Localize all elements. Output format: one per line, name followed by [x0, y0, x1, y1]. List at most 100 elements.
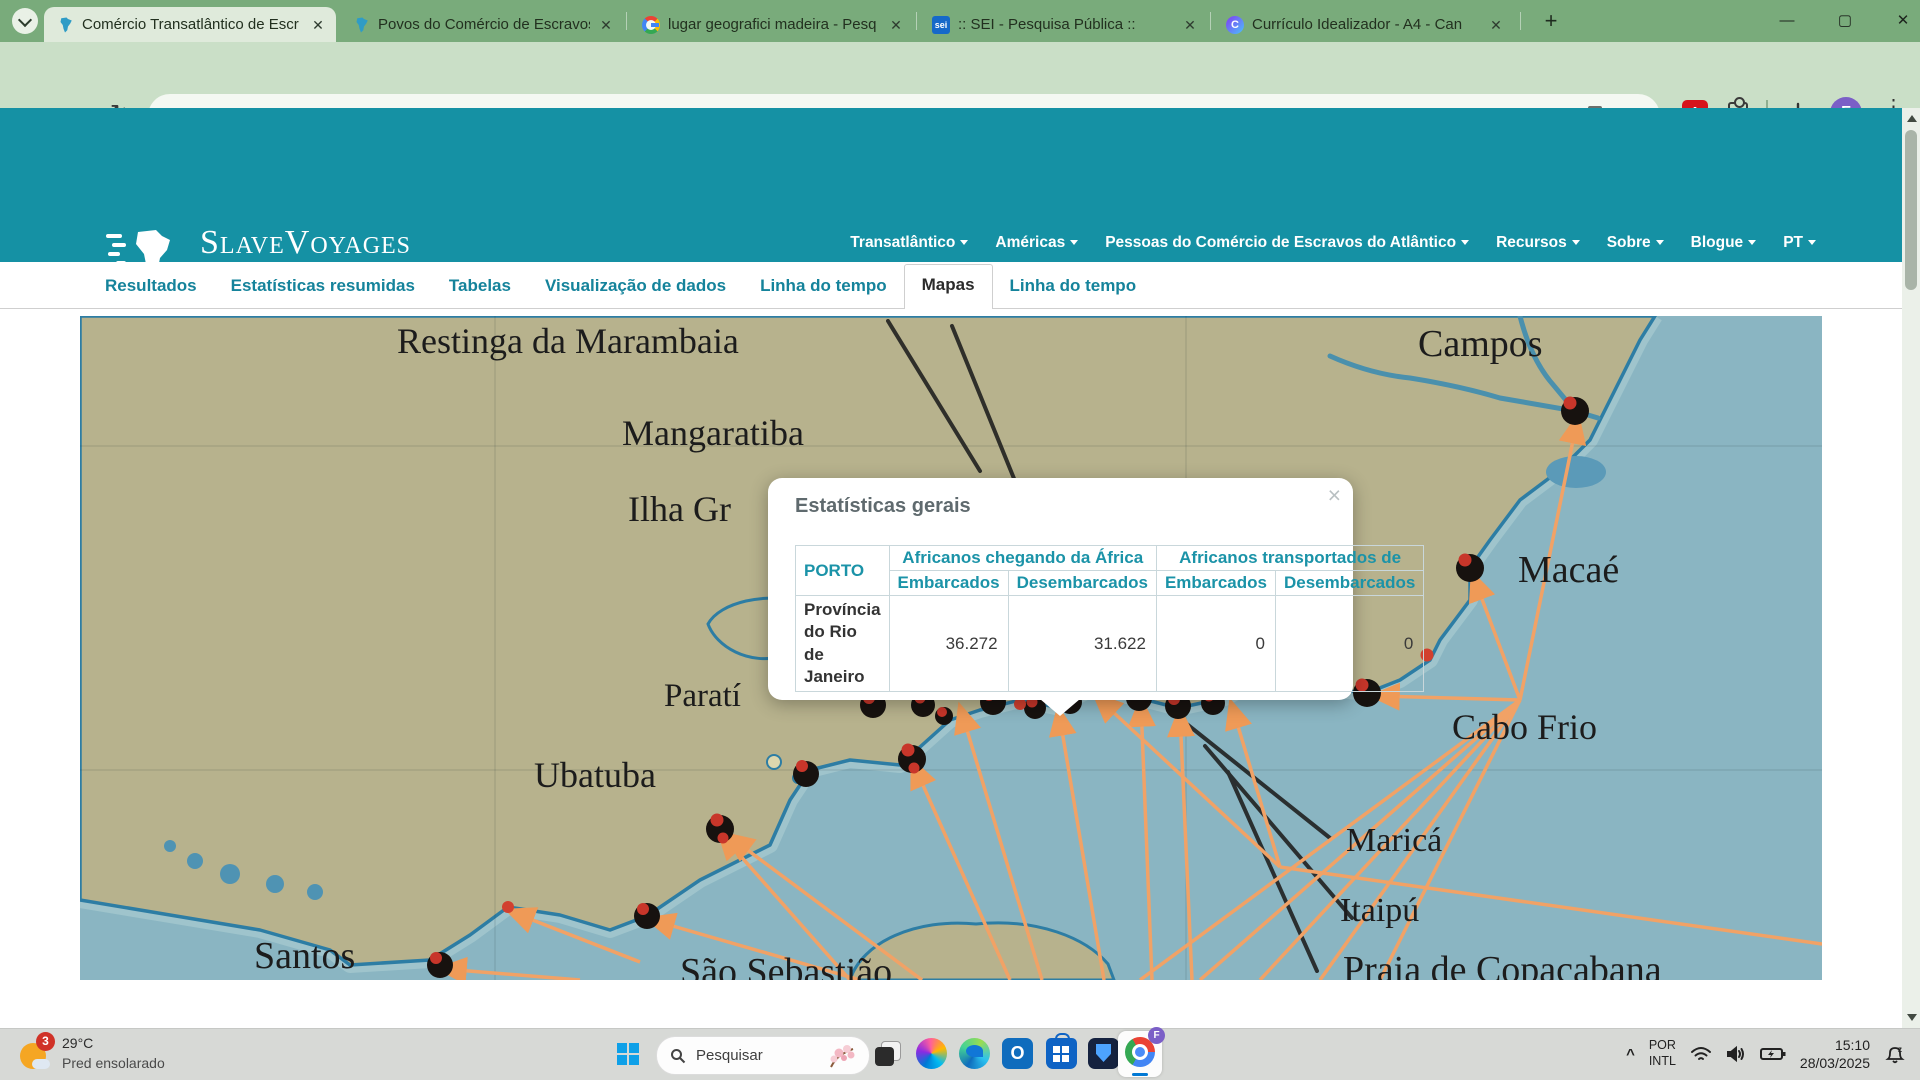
- edge-icon[interactable]: [959, 1038, 990, 1069]
- port-marker-small[interactable]: [502, 901, 514, 913]
- map-label: Maricá: [1346, 822, 1442, 860]
- lagoon: [1546, 456, 1606, 488]
- col-group-chegando: Africanos chegando da África: [889, 546, 1156, 571]
- nav-americas[interactable]: Américas: [995, 234, 1078, 252]
- brand-title[interactable]: SlaveVoyages: [200, 224, 411, 262]
- map-label: São Sebastião: [680, 950, 892, 980]
- map-label: Macaé: [1518, 548, 1619, 592]
- new-tab-button[interactable]: +: [1538, 8, 1564, 34]
- nav-sobre[interactable]: Sobre: [1607, 234, 1664, 252]
- nav-transatlantico[interactable]: Transatlântico: [850, 234, 968, 252]
- map-label: Restinga da Marambaia: [397, 320, 739, 362]
- tab-visualizacao[interactable]: Visualização de dados: [528, 266, 743, 309]
- tab-tabelas[interactable]: Tabelas: [432, 266, 528, 309]
- stats-table: PORTO Africanos chegando da África Afric…: [795, 545, 1424, 692]
- nav-recursos[interactable]: Recursos: [1496, 234, 1580, 252]
- taskbar-search[interactable]: Pesquisar: [656, 1036, 870, 1075]
- tab-close-icon[interactable]: ✕: [1182, 17, 1198, 33]
- tab-mapas-active[interactable]: Mapas: [904, 264, 993, 309]
- system-tray: ^ PORINTL 15:1028/03/2025 z: [1626, 1028, 1906, 1080]
- map-label: Itaipú: [1340, 892, 1419, 930]
- tab-close-icon[interactable]: ✕: [888, 17, 904, 33]
- col-header-porto: PORTO: [796, 546, 890, 596]
- tab-separator: [626, 12, 627, 30]
- popup-close-icon[interactable]: ×: [1328, 482, 1341, 509]
- chrome-profile-badge: F: [1148, 1027, 1165, 1044]
- map-label: Cabo Frio: [1452, 706, 1597, 748]
- tab-linha-do-tempo[interactable]: Linha do tempo: [743, 266, 904, 309]
- stats-popup: Estatísticas gerais × PORTO Africanos ch…: [768, 478, 1353, 700]
- tab-title: Comércio Transatlântico de Escr: [82, 16, 302, 33]
- battery-icon[interactable]: [1760, 1046, 1786, 1062]
- value-cell: 31.622: [1008, 596, 1156, 692]
- tab-search-button[interactable]: [12, 8, 38, 34]
- cloud-icon: [32, 1059, 50, 1069]
- keyboard-language[interactable]: PORINTL: [1649, 1038, 1676, 1069]
- map-label: Santos: [254, 934, 355, 978]
- weather-temp: 29°C: [62, 1035, 93, 1051]
- col-header-desembarcados: Desembarcados: [1008, 571, 1156, 596]
- volume-icon[interactable]: [1726, 1045, 1746, 1063]
- tray-chevron-icon[interactable]: ^: [1626, 1046, 1635, 1063]
- map-label: Paratí: [664, 678, 741, 715]
- outlook-icon[interactable]: O: [1002, 1038, 1033, 1069]
- notification-bell-icon[interactable]: z: [1884, 1044, 1906, 1064]
- port-marker: [634, 903, 660, 929]
- tab-close-icon[interactable]: ✕: [598, 17, 614, 33]
- tab-separator: [916, 12, 917, 30]
- tab-close-icon[interactable]: ✕: [310, 17, 326, 33]
- window-minimize-button[interactable]: —: [1764, 9, 1810, 33]
- slavevoyages-favicon: [56, 16, 74, 34]
- browser-tab[interactable]: lugar geografici madeira - Pesq ✕: [630, 7, 914, 42]
- google-favicon: [642, 16, 660, 34]
- clock[interactable]: 15:1028/03/2025: [1800, 1036, 1870, 1072]
- col-header-embarcados-2: Embarcados: [1156, 571, 1275, 596]
- weather-widget[interactable]: 3 29°C Pred ensolarado: [0, 1029, 340, 1080]
- window-maximize-button[interactable]: ▢: [1822, 9, 1868, 33]
- tab-close-icon[interactable]: ✕: [1488, 17, 1504, 33]
- security-app-icon[interactable]: [1088, 1038, 1119, 1069]
- port-name-cell: Província do Rio de Janeiro: [796, 596, 890, 692]
- tab-estatisticas[interactable]: Estatísticas resumidas: [214, 266, 432, 309]
- tab-title: Povos do Comércio de Escravos: [378, 16, 590, 33]
- scrollbar-thumb[interactable]: [1905, 130, 1917, 290]
- port-marker: [427, 952, 453, 978]
- value-cell: 0: [1156, 596, 1275, 692]
- browser-toolbar: ← → ↻ slavevoyages.org/voyage/database#m…: [0, 42, 1920, 108]
- browser-tab-active[interactable]: Comércio Transatlântico de Escr ✕: [44, 7, 336, 42]
- tab-separator: [1520, 12, 1521, 30]
- scroll-down-arrow[interactable]: [1907, 1014, 1917, 1021]
- scroll-up-arrow[interactable]: [1907, 115, 1917, 122]
- chevron-down-icon: [1656, 240, 1664, 245]
- tab-title: lugar geografici madeira - Pesq: [668, 16, 880, 33]
- chevron-down-icon: [1461, 240, 1469, 245]
- browser-tab[interactable]: Povos do Comércio de Escravos ✕: [340, 7, 624, 42]
- copilot-icon[interactable]: [916, 1038, 947, 1069]
- port-marker: [935, 707, 953, 725]
- wifi-icon[interactable]: [1690, 1045, 1712, 1063]
- search-highlight-image: [827, 1043, 857, 1069]
- chrome-taskbar-button-active[interactable]: F: [1118, 1031, 1162, 1077]
- page-scrollbar[interactable]: [1902, 108, 1920, 1028]
- map-label: Ilha Gr: [628, 488, 731, 530]
- browser-tab[interactable]: sei :: SEI - Pesquisa Pública :: ✕: [920, 7, 1208, 42]
- chevron-down-icon: [1748, 240, 1756, 245]
- col-group-transportados: Africanos transportados de: [1156, 546, 1423, 571]
- microsoft-store-icon[interactable]: [1046, 1038, 1077, 1069]
- chevron-down-icon: [1808, 240, 1816, 245]
- main-nav: Transatlântico Américas Pessoas do Comér…: [850, 234, 1816, 252]
- nav-language[interactable]: PT: [1783, 234, 1816, 252]
- nav-blogue[interactable]: Blogue: [1691, 234, 1757, 252]
- tab-resultados[interactable]: Resultados: [88, 266, 214, 309]
- start-button[interactable]: [617, 1043, 639, 1065]
- tab-linha-do-tempo-2[interactable]: Linha do tempo: [993, 266, 1154, 309]
- search-placeholder: Pesquisar: [696, 1047, 827, 1064]
- map-label: Ubatuba: [534, 754, 656, 796]
- window-close-button[interactable]: ✕: [1880, 9, 1920, 33]
- weather-condition: Pred ensolarado: [62, 1055, 165, 1071]
- browser-tab[interactable]: C Currículo Idealizador - A4 - Can ✕: [1214, 7, 1514, 42]
- slavevoyages-favicon: [352, 16, 370, 34]
- nav-pessoas[interactable]: Pessoas do Comércio de Escravos do Atlân…: [1105, 234, 1469, 252]
- task-view-icon[interactable]: [872, 1038, 903, 1069]
- notification-badge: 3: [36, 1032, 55, 1051]
